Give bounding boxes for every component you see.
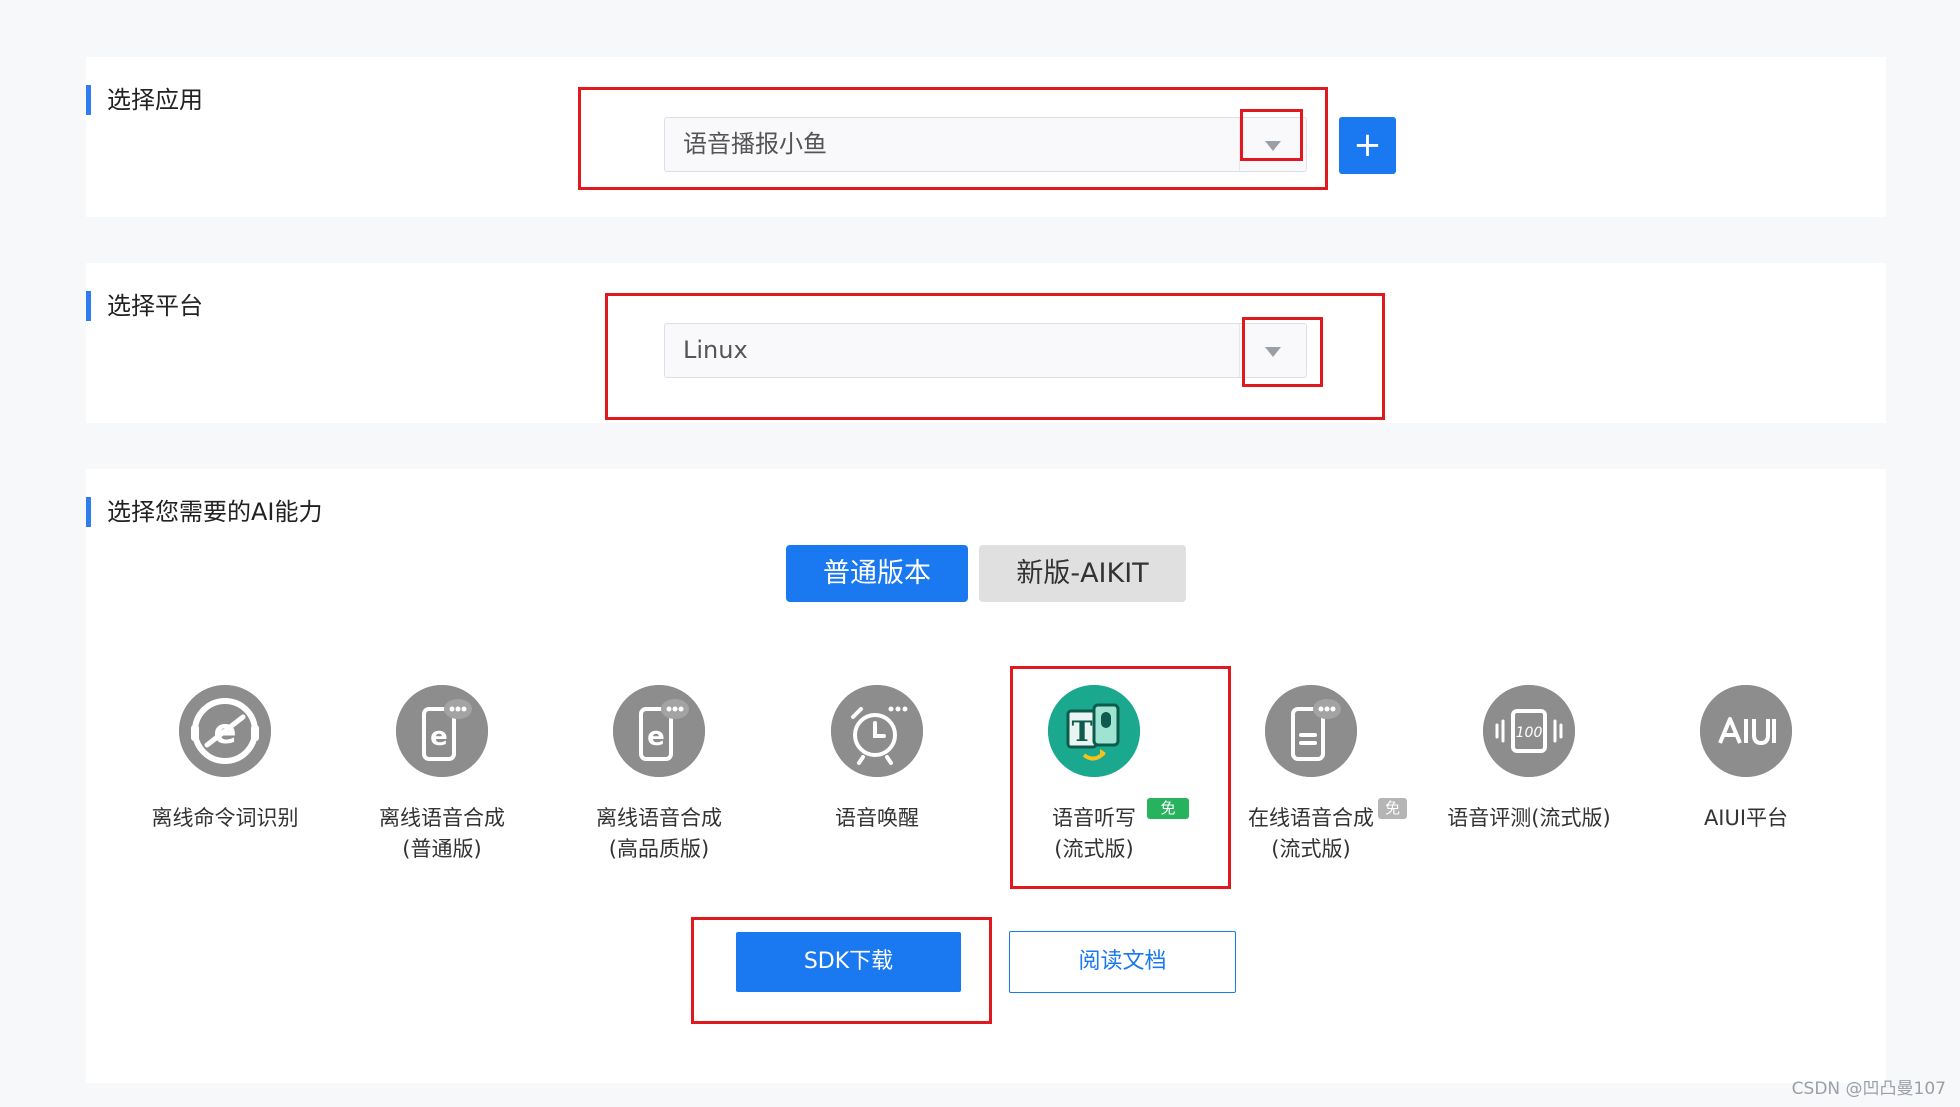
capability-label: AIUI平台 (1703, 806, 1789, 830)
svg-text:100: 100 (1516, 725, 1543, 741)
evaluation-icon: 100 (1483, 685, 1575, 777)
sdk-download-button[interactable]: SDK下载 (736, 932, 961, 992)
chevron-down-icon (1265, 140, 1281, 151)
platform-select[interactable]: Linux (664, 323, 1307, 378)
capability-label: 离线命令词识别 (151, 806, 299, 830)
select-app-title: 选择应用 (86, 85, 203, 115)
platform-select-value: Linux (683, 336, 748, 364)
read-docs-button[interactable]: 阅读文档 (1009, 931, 1236, 993)
tab-aikit-version[interactable]: 新版-AIKIT (979, 545, 1186, 602)
aiui-icon (1700, 685, 1792, 777)
capability-label: 离线语音合成 (高品质版) (596, 806, 722, 861)
free-badge: 免费 (1147, 798, 1189, 838)
capability-label: 离线语音合成 (普通版) (379, 806, 505, 861)
watermark: CSDN @凹凸曼107 (1791, 1079, 1946, 1099)
capability-aiui[interactable]: AIUI平台 (1651, 685, 1841, 834)
add-app-button[interactable]: + (1339, 117, 1396, 174)
offline-command-icon: e (179, 685, 271, 777)
capability-offline-tts[interactable]: e 离线语音合成 (普通版) (347, 685, 537, 865)
ai-capability-title: 选择您需要的AI能力 (86, 497, 323, 527)
select-platform-title: 选择平台 (86, 291, 203, 321)
capability-wake-up[interactable]: 语音唤醒 (782, 685, 972, 834)
capability-label: 语音唤醒 (835, 806, 919, 830)
svg-text:e: e (430, 722, 448, 752)
app-select-value: 语音播报小鱼 (683, 130, 827, 158)
svg-text:T: T (1072, 715, 1093, 748)
capability-offline-command[interactable]: e 离线命令词识别 (130, 685, 320, 834)
capability-evaluation[interactable]: 100 语音评测(流式版) (1434, 685, 1624, 834)
online-tts-icon (1265, 685, 1357, 777)
svg-text:e: e (213, 712, 236, 752)
chevron-down-icon (1265, 346, 1281, 357)
svg-text:e: e (647, 722, 665, 752)
dictation-icon: T (1048, 685, 1140, 777)
capability-label: 语音评测(流式版) (1447, 806, 1611, 830)
capability-offline-tts-hq[interactable]: e 离线语音合成 (高品质版) (564, 685, 754, 865)
wake-alarm-icon (831, 685, 923, 777)
capability-dictation[interactable]: T 免费 语音听写 (流式版) (999, 685, 1189, 865)
app-select-toggle[interactable] (1239, 118, 1306, 171)
platform-select-toggle[interactable] (1239, 324, 1306, 377)
capability-online-tts[interactable]: 免费 在线语音合成 (流式版) (1216, 685, 1408, 865)
offline-tts-icon: e (396, 685, 488, 777)
free-badge: 免费 (1378, 798, 1408, 838)
offline-tts-hq-icon: e (613, 685, 705, 777)
tab-normal-version[interactable]: 普通版本 (786, 545, 968, 602)
app-select[interactable]: 语音播报小鱼 (664, 117, 1307, 172)
